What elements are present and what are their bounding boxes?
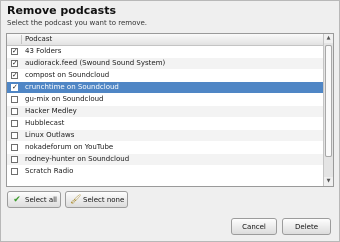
dialog-title: Remove podcasts <box>7 4 117 17</box>
checkmark-icon: ✓ <box>12 47 18 55</box>
podcast-name: audiorack.feed (Swound Sound System) <box>25 59 166 67</box>
podcast-name: 43 Folders <box>25 47 62 55</box>
podcast-list[interactable]: Podcast ✓ 43 Folders ✓ audiorack.feed (Swou… <box>6 33 334 187</box>
checkbox-unchecked[interactable] <box>11 108 18 115</box>
dialog-subtitle: Select the podcast you want to remove. <box>7 19 148 27</box>
list-header[interactable]: Podcast <box>7 34 323 46</box>
select-none-button[interactable]: 🖌 Select none <box>65 191 128 208</box>
checkmark-icon: ✓ <box>12 83 18 91</box>
podcast-row[interactable]: ✓ 43 Folders <box>7 46 323 57</box>
select-all-label: Select all <box>25 196 57 204</box>
podcast-row[interactable]: nokadeforum on YouTube <box>7 142 323 153</box>
select-all-button[interactable]: ✔ Select all <box>7 191 61 208</box>
podcast-row[interactable]: Hubblecast <box>7 118 323 129</box>
checkbox-checked[interactable]: ✓ <box>11 72 18 79</box>
scroll-down-arrow-icon[interactable]: ▼ <box>324 177 333 186</box>
delete-label: Delete <box>295 223 318 231</box>
column-header-podcast[interactable]: Podcast <box>25 35 52 43</box>
paint-brush-icon: 🖌 <box>70 195 82 205</box>
header-separator <box>21 35 22 44</box>
podcast-name: crunchtime on Soundcloud <box>25 83 119 91</box>
checkmark-icon: ✓ <box>12 59 18 67</box>
checkbox-checked[interactable]: ✓ <box>11 60 18 67</box>
podcast-name: Scratch Radio <box>25 167 74 175</box>
podcast-row[interactable]: Hacker Medley <box>7 106 323 117</box>
checkbox-unchecked[interactable] <box>11 132 18 139</box>
podcast-name: rodney-hunter on Soundcloud <box>25 155 130 163</box>
podcast-name: Hubblecast <box>25 119 65 127</box>
scrollbar-thumb[interactable] <box>325 45 332 157</box>
checkbox-unchecked[interactable] <box>11 168 18 175</box>
checkbox-unchecked[interactable] <box>11 96 18 103</box>
podcast-name: Linux Outlaws <box>25 131 75 139</box>
podcast-row[interactable]: gu-mix on Soundcloud <box>7 94 323 105</box>
checkbox-checked[interactable]: ✓ <box>11 84 18 91</box>
checkbox-unchecked[interactable] <box>11 120 18 127</box>
podcast-row[interactable]: Scratch Radio <box>7 166 323 177</box>
podcast-name: compost on Soundcloud <box>25 71 110 79</box>
checkmark-icon: ✓ <box>12 71 18 79</box>
list-scrollbar[interactable]: ▲ ▼ <box>323 34 333 186</box>
checkmark-icon: ✔ <box>13 195 21 205</box>
delete-button[interactable]: Delete <box>282 218 331 235</box>
remove-podcasts-dialog: Remove podcasts Select the podcast you w… <box>0 0 340 242</box>
podcast-name: gu-mix on Soundcloud <box>25 95 104 103</box>
podcast-name: nokadeforum on YouTube <box>25 143 114 151</box>
podcast-row[interactable]: Linux Outlaws <box>7 130 323 141</box>
cancel-button[interactable]: Cancel <box>231 218 277 235</box>
podcast-row[interactable]: ✓ crunchtime on Soundcloud <box>7 82 323 93</box>
podcast-row[interactable]: ✓ audiorack.feed (Swound Sound System) <box>7 58 323 69</box>
checkbox-checked[interactable]: ✓ <box>11 48 18 55</box>
podcast-row[interactable]: rodney-hunter on Soundcloud <box>7 154 323 165</box>
cancel-label: Cancel <box>242 223 266 231</box>
podcast-row[interactable]: ✓ compost on Soundcloud <box>7 70 323 81</box>
checkbox-unchecked[interactable] <box>11 156 18 163</box>
scroll-up-arrow-icon[interactable]: ▲ <box>324 34 333 43</box>
select-none-label: Select none <box>83 196 125 204</box>
checkbox-unchecked[interactable] <box>11 144 18 151</box>
podcast-name: Hacker Medley <box>25 107 77 115</box>
